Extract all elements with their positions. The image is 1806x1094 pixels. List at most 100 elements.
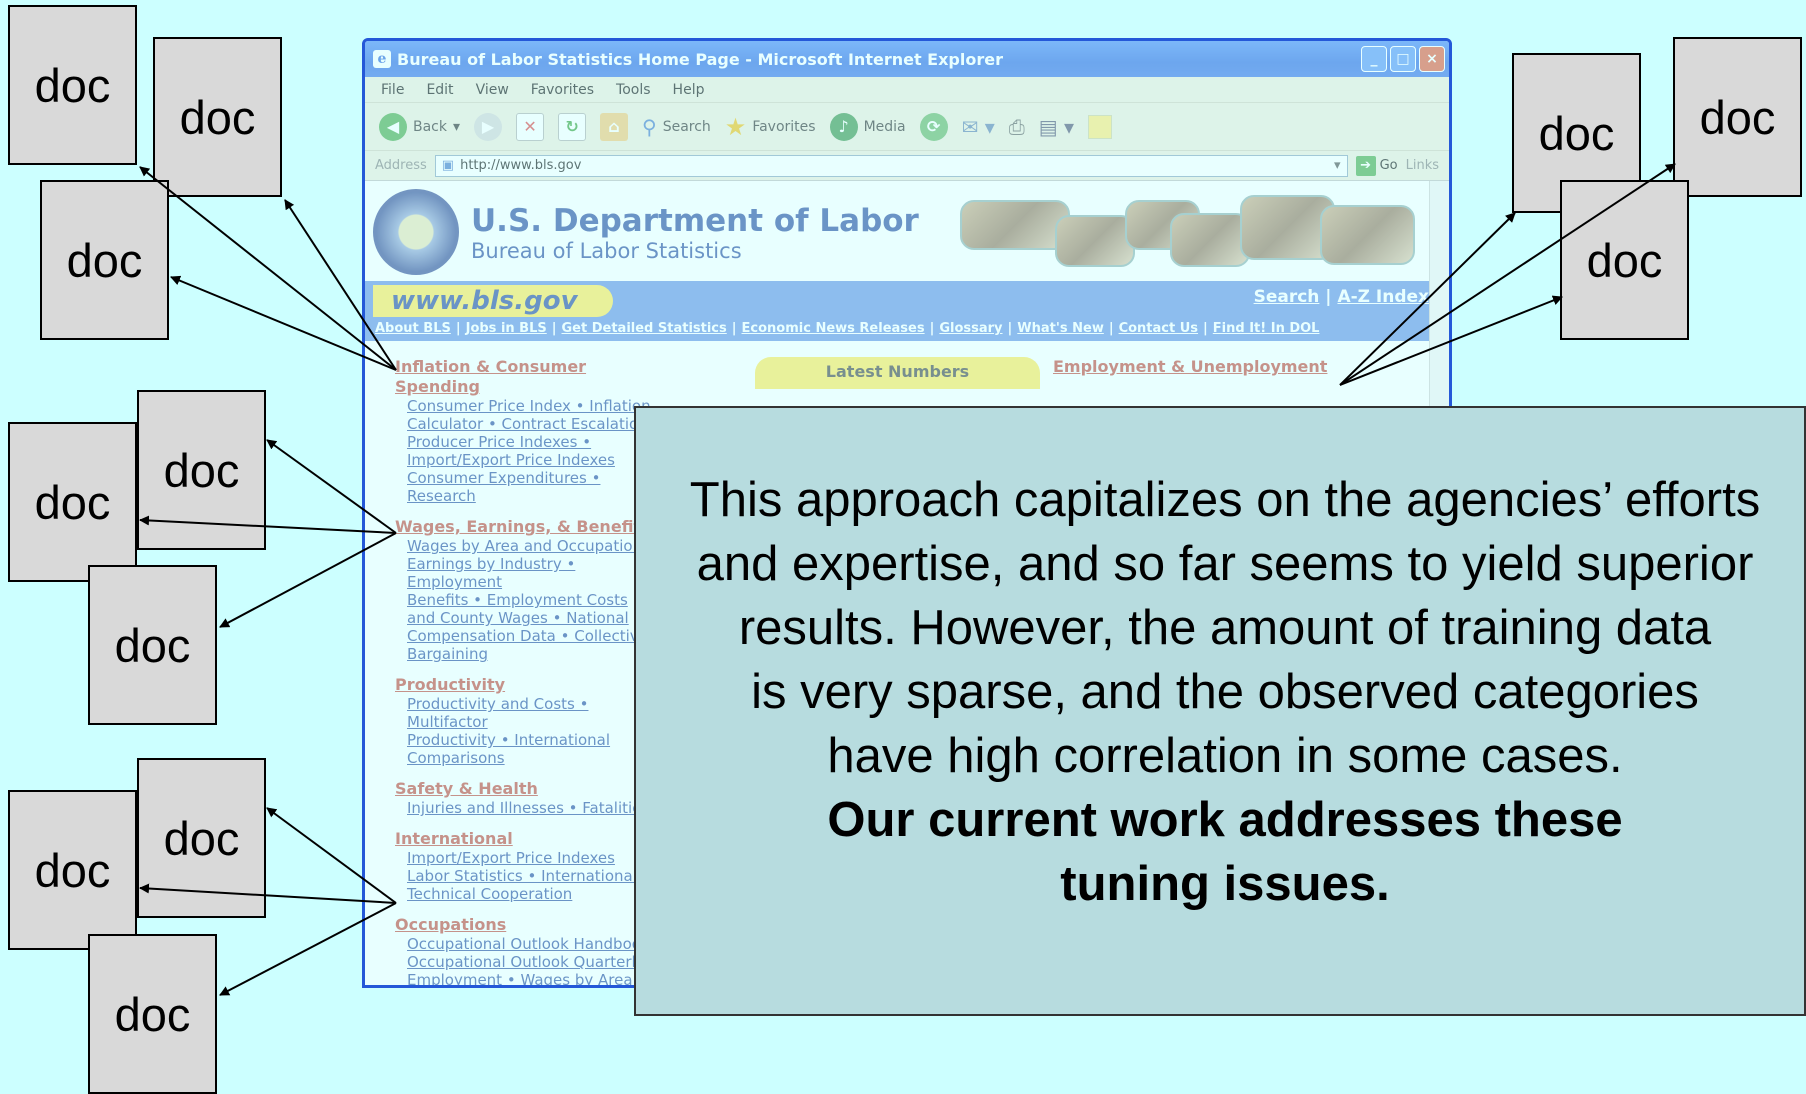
- star-icon: ★: [724, 112, 747, 141]
- media-button[interactable]: ♪ Media: [829, 112, 906, 141]
- links-button[interactable]: Links: [1406, 158, 1439, 173]
- menu-file[interactable]: File: [381, 82, 404, 98]
- topic-link[interactable]: Occupational Outlook Handbook: [395, 935, 655, 953]
- chevron-down-icon[interactable]: ▾: [1334, 158, 1341, 173]
- topic-link[interactable]: Consumer Price Index • Inflation: [395, 397, 655, 415]
- site-search-link[interactable]: Search: [1254, 287, 1320, 307]
- topic-link[interactable]: Import/Export Price Indexes: [395, 451, 655, 469]
- topic-link[interactable]: Productivity • International: [395, 731, 655, 749]
- header-photo: [1320, 205, 1415, 265]
- maximize-button[interactable]: □: [1390, 46, 1416, 72]
- topic-heading[interactable]: International: [395, 829, 655, 849]
- topic-link[interactable]: Producer Price Indexes •: [395, 433, 655, 451]
- header-photo: [1055, 215, 1135, 267]
- menu-help[interactable]: Help: [673, 82, 705, 98]
- back-arrow-icon: ◀: [379, 112, 407, 141]
- nav-link-statistics[interactable]: Get Detailed Statistics: [562, 321, 727, 336]
- site-url[interactable]: www.bls.gov: [373, 285, 613, 317]
- back-button[interactable]: ◀ Back ▾: [379, 112, 460, 141]
- topic-link[interactable]: Occupational Outlook Quarterly: [395, 953, 655, 971]
- favorites-button[interactable]: ★ Favorites: [725, 113, 816, 141]
- menu-edit[interactable]: Edit: [426, 82, 453, 98]
- callout-line: have high correlation in some cases.: [827, 729, 1623, 783]
- department-title: U.S. Department of Labor: [471, 203, 919, 239]
- bls-nav-bar: www.bls.gov Search | A-Z Index About BLS…: [365, 281, 1449, 341]
- topic-heading[interactable]: Safety & Health: [395, 779, 655, 799]
- topic-heading[interactable]: Wages, Earnings, & Benefits: [395, 517, 655, 537]
- address-input[interactable]: ▣ http://www.bls.gov ▾: [434, 154, 1348, 177]
- topic-link[interactable]: Labor Statistics • International: [395, 867, 655, 885]
- media-icon: ♪: [829, 112, 858, 141]
- az-index-link[interactable]: A-Z Index: [1337, 287, 1429, 307]
- topic-link[interactable]: Injuries and Illnesses • Fatalities: [395, 799, 655, 817]
- callout-line: results. However, the amount of training…: [738, 601, 1712, 655]
- edit-button[interactable]: ▤ ▾: [1039, 115, 1074, 139]
- search-button[interactable]: ⚲ Search: [642, 115, 711, 139]
- callout-line: and expertise, and so far seems to yield…: [696, 537, 1754, 591]
- topic-link[interactable]: Calculator • Contract Escalation: [395, 415, 655, 433]
- home-button[interactable]: ⌂: [600, 112, 629, 141]
- go-button[interactable]: ➔ Go: [1355, 155, 1398, 176]
- print-button[interactable]: ⎙: [1009, 115, 1025, 139]
- topic-link[interactable]: Bargaining: [395, 645, 655, 663]
- topic-heading[interactable]: Occupations: [395, 915, 655, 935]
- topic-section: Safety & Health Injuries and Illnesses •…: [395, 779, 655, 817]
- go-arrow-icon: ➔: [1355, 155, 1376, 176]
- topic-link[interactable]: Technical Cooperation: [395, 885, 655, 903]
- address-bar: Address ▣ http://www.bls.gov ▾ ➔ Go Links: [365, 151, 1449, 181]
- menu-favorites[interactable]: Favorites: [531, 82, 594, 98]
- window-title: Bureau of Labor Statistics Home Page - M…: [397, 49, 1003, 69]
- forward-button[interactable]: ▶: [474, 112, 503, 141]
- menu-view[interactable]: View: [476, 82, 509, 98]
- mail-button[interactable]: ✉ ▾: [962, 115, 995, 139]
- minimize-button[interactable]: _: [1361, 46, 1387, 72]
- doc-box: doc: [137, 758, 266, 918]
- header-photo: [1170, 213, 1250, 267]
- employment-heading[interactable]: Employment & Unemployment: [1053, 357, 1327, 376]
- topic-link[interactable]: Benefits • Employment Costs: [395, 591, 655, 609]
- menu-bar: File Edit View Favorites Tools Help: [365, 77, 1449, 103]
- messenger-button[interactable]: [1088, 114, 1113, 139]
- latest-numbers-tab[interactable]: Latest Numbers: [755, 357, 1040, 389]
- topic-heading[interactable]: Productivity: [395, 675, 655, 695]
- nav-link-jobs[interactable]: Jobs in BLS: [466, 321, 547, 336]
- callout-line: is very sparse, and the observed categor…: [751, 665, 1699, 719]
- topic-heading[interactable]: Inflation & Consumer Spending: [395, 357, 655, 397]
- nav-links: About BLS | Jobs in BLS | Get Detailed Stati…: [375, 321, 1320, 336]
- address-label: Address: [375, 158, 427, 173]
- ie-logo-icon: e: [373, 50, 391, 68]
- nav-link-glossary[interactable]: Glossary: [939, 321, 1002, 336]
- topic-link[interactable]: and County Wages • National: [395, 609, 655, 627]
- topic-link[interactable]: Wages by Area and Occupation: [395, 537, 655, 555]
- refresh-button[interactable]: ↻: [558, 112, 587, 141]
- topic-link[interactable]: Research: [395, 487, 655, 505]
- topic-link[interactable]: Comparisons: [395, 749, 655, 767]
- dol-seal-logo: [373, 189, 459, 275]
- doc-box: doc: [1673, 37, 1802, 197]
- topic-link[interactable]: Productivity and Costs • Multifactor: [395, 695, 655, 731]
- doc-box: doc: [8, 790, 137, 950]
- title-bar: e Bureau of Labor Statistics Home Page -…: [365, 41, 1449, 77]
- nav-link-about[interactable]: About BLS: [375, 321, 451, 336]
- nav-link-dol[interactable]: Find It! In DOL: [1213, 321, 1320, 336]
- topic-link[interactable]: Consumer Expenditures •: [395, 469, 655, 487]
- topic-section: Inflation & Consumer Spending Consumer P…: [395, 357, 655, 505]
- topic-link[interactable]: Employment • Wages by Area: [395, 971, 655, 985]
- menu-tools[interactable]: Tools: [616, 82, 651, 98]
- stop-button[interactable]: ✕: [516, 112, 545, 141]
- nav-link-news[interactable]: Economic News Releases: [742, 321, 925, 336]
- nav-link-whats-new[interactable]: What's New: [1017, 321, 1104, 336]
- topic-link[interactable]: Compensation Data • Collective: [395, 627, 655, 645]
- page-icon: ▣: [441, 158, 455, 173]
- topic-link[interactable]: Import/Export Price Indexes: [395, 849, 655, 867]
- topic-section: Occupations Occupational Outlook Handboo…: [395, 915, 655, 985]
- toolbar: ◀ Back ▾ ▶ ✕ ↻ ⌂ ⚲ Search ★ Favorites ♪ Medi…: [365, 103, 1449, 151]
- arrow: [139, 166, 397, 371]
- close-button[interactable]: ×: [1419, 46, 1445, 72]
- doc-box: doc: [137, 390, 266, 550]
- topic-link[interactable]: Earnings by Industry • Employment: [395, 555, 655, 591]
- history-button[interactable]: ⟳: [919, 112, 948, 141]
- doc-box: doc: [153, 37, 282, 197]
- header-photo: [960, 200, 1070, 250]
- nav-link-contact[interactable]: Contact Us: [1119, 321, 1198, 336]
